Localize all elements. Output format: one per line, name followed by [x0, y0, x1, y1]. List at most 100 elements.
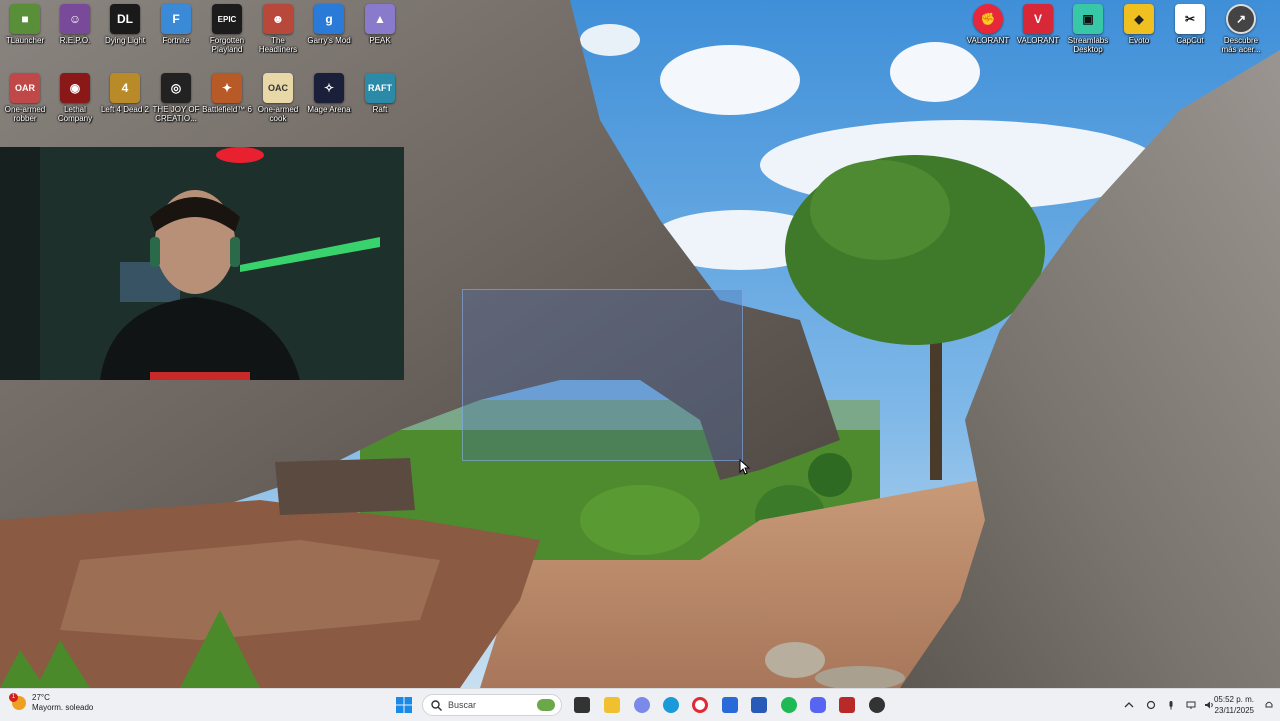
one-armed-cook-icon: OAC	[263, 73, 293, 103]
task-view-button[interactable]	[574, 697, 590, 713]
desktop-icon-label: TLauncher	[5, 36, 45, 45]
search-placeholder: Buscar	[448, 700, 477, 710]
joy-of-creation-icon: ◎	[161, 73, 191, 103]
weather-condition: Mayorm. soleado	[32, 703, 94, 712]
desktop-icon-streamlabs[interactable]: ▣ Streamlabs Desktop	[1063, 0, 1113, 54]
webcam-overlay	[0, 147, 404, 380]
desktop-icon-label: VALORANT	[1016, 36, 1060, 45]
desktop-icon-repo[interactable]: ☺ R.E.P.O.	[50, 0, 100, 45]
desktop-icon-label: One-armed robber	[4, 105, 46, 123]
weather-temperature: 27°C	[32, 693, 50, 702]
monitor-icon[interactable]	[1186, 700, 1196, 710]
evoto-icon: ◆	[1124, 4, 1154, 34]
notification-badge: 1	[9, 693, 18, 702]
desktop-icon-one-armed-cook[interactable]: OAC One-armed cook	[253, 69, 303, 123]
desktop-icon-lethal-company[interactable]: ◉ Lethal Company	[50, 69, 100, 123]
desktop-icon-label: Raft	[372, 105, 388, 114]
riot-client-icon: ✊	[973, 4, 1003, 34]
raft-icon: RAFT	[365, 73, 395, 103]
desktop-icon-forgotten-playland[interactable]: EPIC Forgotten Playland	[202, 0, 252, 54]
start-button[interactable]	[396, 697, 412, 713]
desktop-icon-discover[interactable]: ↗ Descubre más acer...	[1216, 0, 1266, 54]
desktop-icon-label: Streamlabs Desktop	[1067, 36, 1109, 54]
clock-date: 23/11/2025	[1214, 706, 1254, 715]
desktop-icon-capcut[interactable]: ✂ CapCut	[1165, 0, 1215, 45]
spotify-icon[interactable]	[781, 697, 797, 713]
desktop-icon-mage-arena[interactable]: ✧ Mage Arena	[304, 69, 354, 114]
desktop-icon-peak[interactable]: ▲ PEAK	[355, 0, 405, 45]
mouse-cursor-icon	[739, 458, 751, 480]
desktop-icon-label: Descubre más acer...	[1221, 36, 1261, 54]
desktop-icon-the-headliners[interactable]: ☻ The Headliners	[253, 0, 303, 54]
desktop-icon-label: Dying Light	[104, 36, 146, 45]
notification-bell-icon[interactable]	[1264, 700, 1274, 710]
desktop-icon-valorant[interactable]: V VALORANT	[1013, 0, 1063, 45]
microphone-icon[interactable]	[1166, 700, 1176, 710]
desktop-icon-battlefield-6[interactable]: ✦ Battlefield™ 6	[202, 69, 252, 114]
desktop-icon-label: Lethal Company	[57, 105, 93, 123]
lethal-company-icon: ◉	[60, 73, 90, 103]
desktop-icon-label: Garry's Mod	[307, 36, 351, 45]
one-armed-robber-icon: OAR	[10, 73, 40, 103]
copilot-icon[interactable]	[634, 697, 650, 713]
desktop-icon-label: VALORANT	[966, 36, 1010, 45]
windows-icon	[396, 697, 412, 713]
file-explorer-icon[interactable]	[604, 697, 620, 713]
desktop-icon-tlauncher[interactable]: ■ TLauncher	[0, 0, 50, 45]
search-highlight-icon	[537, 699, 555, 711]
desktop-icon-label: Evoto	[1128, 36, 1150, 45]
desktop-icon-label: CapCut	[1176, 36, 1204, 45]
desktop-icon-label: THE JOY OF CREATIO...	[152, 105, 200, 123]
opera-icon[interactable]	[692, 697, 708, 713]
desktop-icon-fortnite[interactable]: F Fortnite	[151, 0, 201, 45]
desktop-icon-raft[interactable]: RAFT Raft	[355, 69, 405, 114]
sun-icon: 1	[9, 693, 26, 710]
sync-icon[interactable]	[1146, 700, 1156, 710]
clock[interactable]: 05:52 p. m. 23/11/2025	[1214, 694, 1254, 716]
desktop-icon-dying-light[interactable]: DL Dying Light	[100, 0, 150, 45]
volume-icon[interactable]	[1204, 700, 1214, 710]
battlefield6-icon: ✦	[212, 73, 242, 103]
word-icon[interactable]	[751, 697, 767, 713]
desktop-icon-label: The Headliners	[258, 36, 298, 54]
desktop-icon-label: PEAK	[369, 36, 391, 45]
desktop-icon-label: Fortnite	[162, 36, 190, 45]
desktop-icon-garrys-mod[interactable]: g Garry's Mod	[304, 0, 354, 45]
fortnite-icon: F	[161, 4, 191, 34]
left4dead2-icon: 4	[110, 73, 140, 103]
system-tray: 05:52 p. m. 23/11/2025	[1120, 689, 1280, 721]
search-icon	[431, 699, 442, 711]
tlauncher-icon: ■	[10, 4, 40, 34]
desktop-icon-label: Forgotten Playland	[209, 36, 245, 54]
store-icon[interactable]	[722, 697, 738, 713]
desktop-icon-left-4-dead-2[interactable]: 4 Left 4 Dead 2	[100, 69, 150, 114]
desktop-icon-evoto[interactable]: ◆ Evoto	[1114, 0, 1164, 45]
taskbar: 1 27°C Mayorm. soleado Buscar 05:52 p. m…	[0, 688, 1280, 721]
edge-icon[interactable]	[663, 697, 679, 713]
desktop-icon-label: R.E.P.O.	[59, 36, 91, 45]
forgotten-playland-icon: EPIC	[212, 4, 242, 34]
desktop-icon-joy-of-creation[interactable]: ◎ THE JOY OF CREATIO...	[151, 69, 201, 123]
desktop-icon-one-armed-robber[interactable]: OAR One-armed robber	[0, 69, 50, 123]
roblox-app-icon[interactable]	[869, 697, 885, 713]
capture-app-icon[interactable]	[839, 697, 855, 713]
repo-icon: ☺	[60, 4, 90, 34]
taskbar-search-box[interactable]: Buscar	[422, 694, 562, 716]
desktop-icon-label: Battlefield™ 6	[202, 105, 252, 114]
discord-icon[interactable]	[810, 697, 826, 713]
desktop-icon-riot-client[interactable]: ✊ VALORANT	[963, 0, 1013, 45]
streamlabs-icon: ▣	[1073, 4, 1103, 34]
clock-time: 05:52 p. m.	[1213, 695, 1254, 704]
chevron-up-icon[interactable]	[1124, 700, 1134, 710]
garrys-mod-icon: g	[314, 4, 344, 34]
weather-widget[interactable]: 1 27°C Mayorm. soleado	[9, 693, 94, 713]
desktop-icon-label: Mage Arena	[307, 105, 351, 114]
valorant-icon: V	[1023, 4, 1053, 34]
drag-selection-rectangle	[462, 289, 743, 461]
mage-arena-icon: ✧	[314, 73, 344, 103]
peak-icon: ▲	[365, 4, 395, 34]
capcut-icon: ✂	[1175, 4, 1205, 34]
the-headliners-icon: ☻	[263, 4, 293, 34]
dying-light-icon: DL	[110, 4, 140, 34]
desktop-icon-label: Left 4 Dead 2	[100, 105, 150, 114]
